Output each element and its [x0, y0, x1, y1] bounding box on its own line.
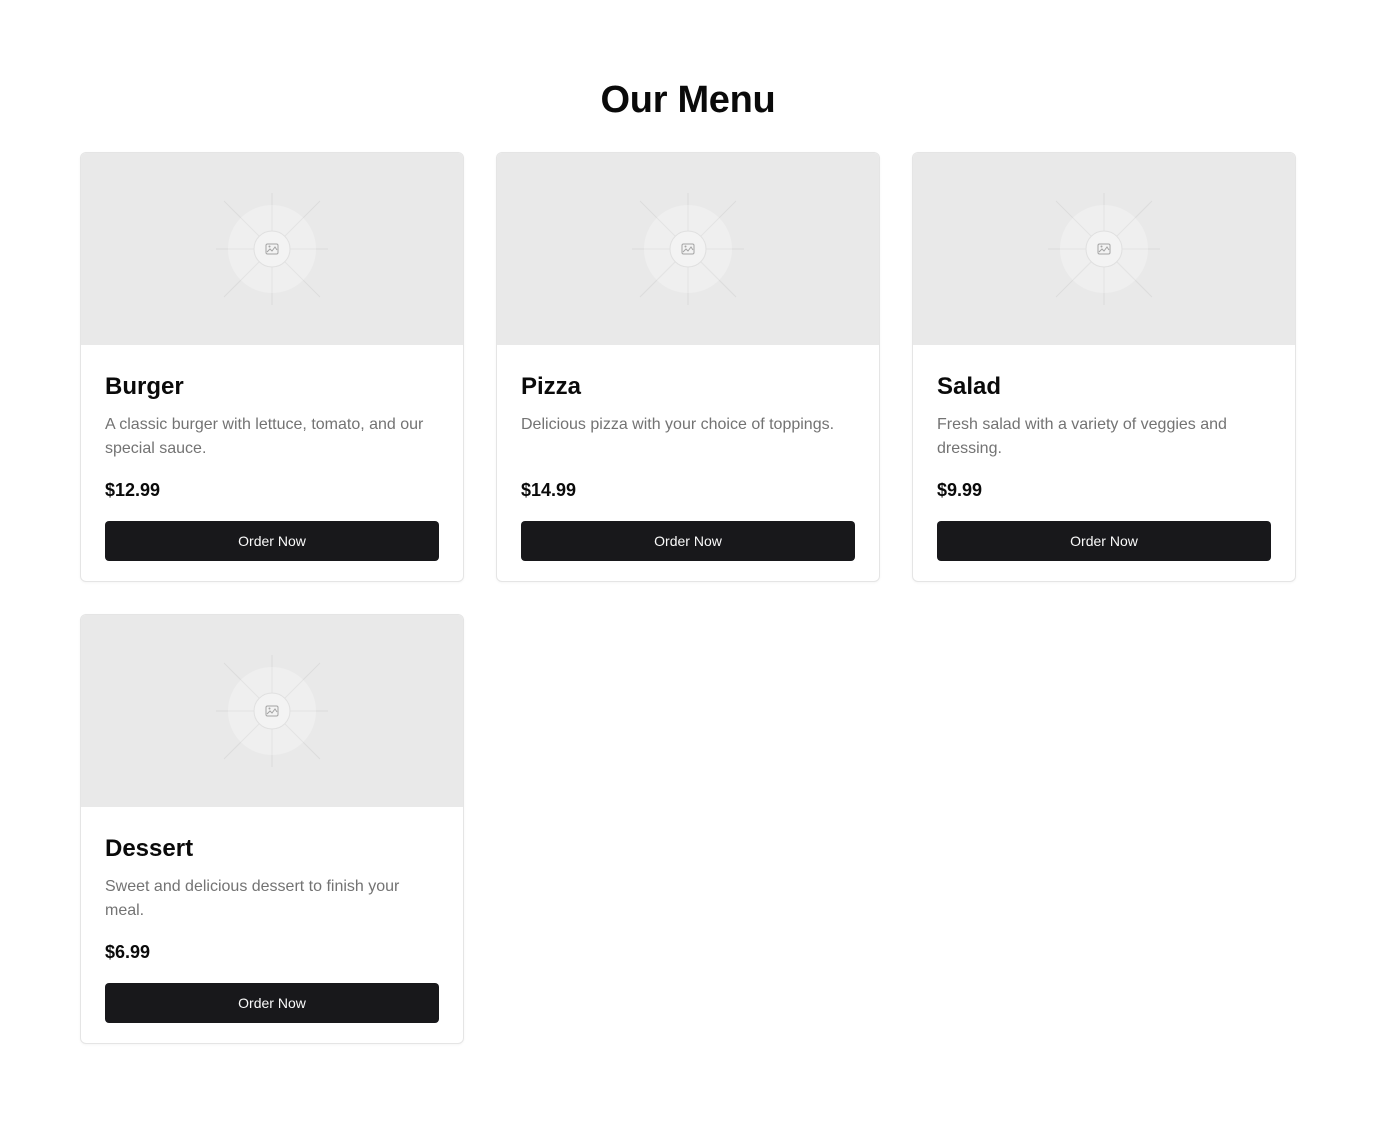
menu-item-description: Fresh salad with a variety of veggies an… — [937, 416, 1227, 457]
image-placeholder-icon — [216, 193, 328, 305]
menu-item-image — [913, 153, 1295, 345]
menu-item-image — [81, 615, 463, 807]
menu-card-dessert: Dessert Sweet and delicious dessert to f… — [80, 614, 464, 1044]
order-now-button[interactable]: Order Now — [105, 521, 439, 561]
menu-item-price: $6.99 — [105, 942, 151, 962]
menu-card-salad: Salad Fresh salad with a variety of vegg… — [912, 152, 1296, 582]
menu-item-price: $12.99 — [105, 480, 161, 500]
menu-item-price: $14.99 — [521, 480, 577, 500]
menu-item-name: Pizza — [521, 373, 582, 400]
order-now-button[interactable]: Order Now — [937, 521, 1271, 561]
menu-item-description: Delicious pizza with your choice of topp… — [521, 416, 835, 433]
image-placeholder-icon — [632, 193, 744, 305]
page-title: Our Menu — [600, 79, 776, 121]
menu-card-pizza: Pizza Delicious pizza with your choice o… — [496, 152, 880, 582]
menu-item-name: Burger — [105, 373, 184, 400]
menu-card-body: Burger A classic burger with lettuce, to… — [81, 345, 463, 581]
menu-item-description: Sweet and delicious dessert to finish yo… — [105, 878, 400, 919]
menu-item-image — [497, 153, 879, 345]
image-placeholder-icon — [1048, 193, 1160, 305]
menu-item-image — [81, 153, 463, 345]
menu-card-body: Pizza Delicious pizza with your choice o… — [497, 345, 879, 581]
menu-item-name: Salad — [937, 373, 1002, 400]
menu-item-description: A classic burger with lettuce, tomato, a… — [105, 416, 424, 457]
menu-item-name: Dessert — [105, 835, 194, 862]
menu-item-price: $9.99 — [937, 480, 983, 500]
order-now-button[interactable]: Order Now — [521, 521, 855, 561]
menu-card-burger: Burger A classic burger with lettuce, to… — [80, 152, 464, 582]
menu-card-body: Dessert Sweet and delicious dessert to f… — [81, 807, 463, 1043]
order-now-button[interactable]: Order Now — [105, 983, 439, 1023]
menu-card-body: Salad Fresh salad with a variety of vegg… — [913, 345, 1295, 581]
image-placeholder-icon — [216, 655, 328, 767]
menu-grid: Burger A classic burger with lettuce, to… — [80, 152, 1296, 1044]
